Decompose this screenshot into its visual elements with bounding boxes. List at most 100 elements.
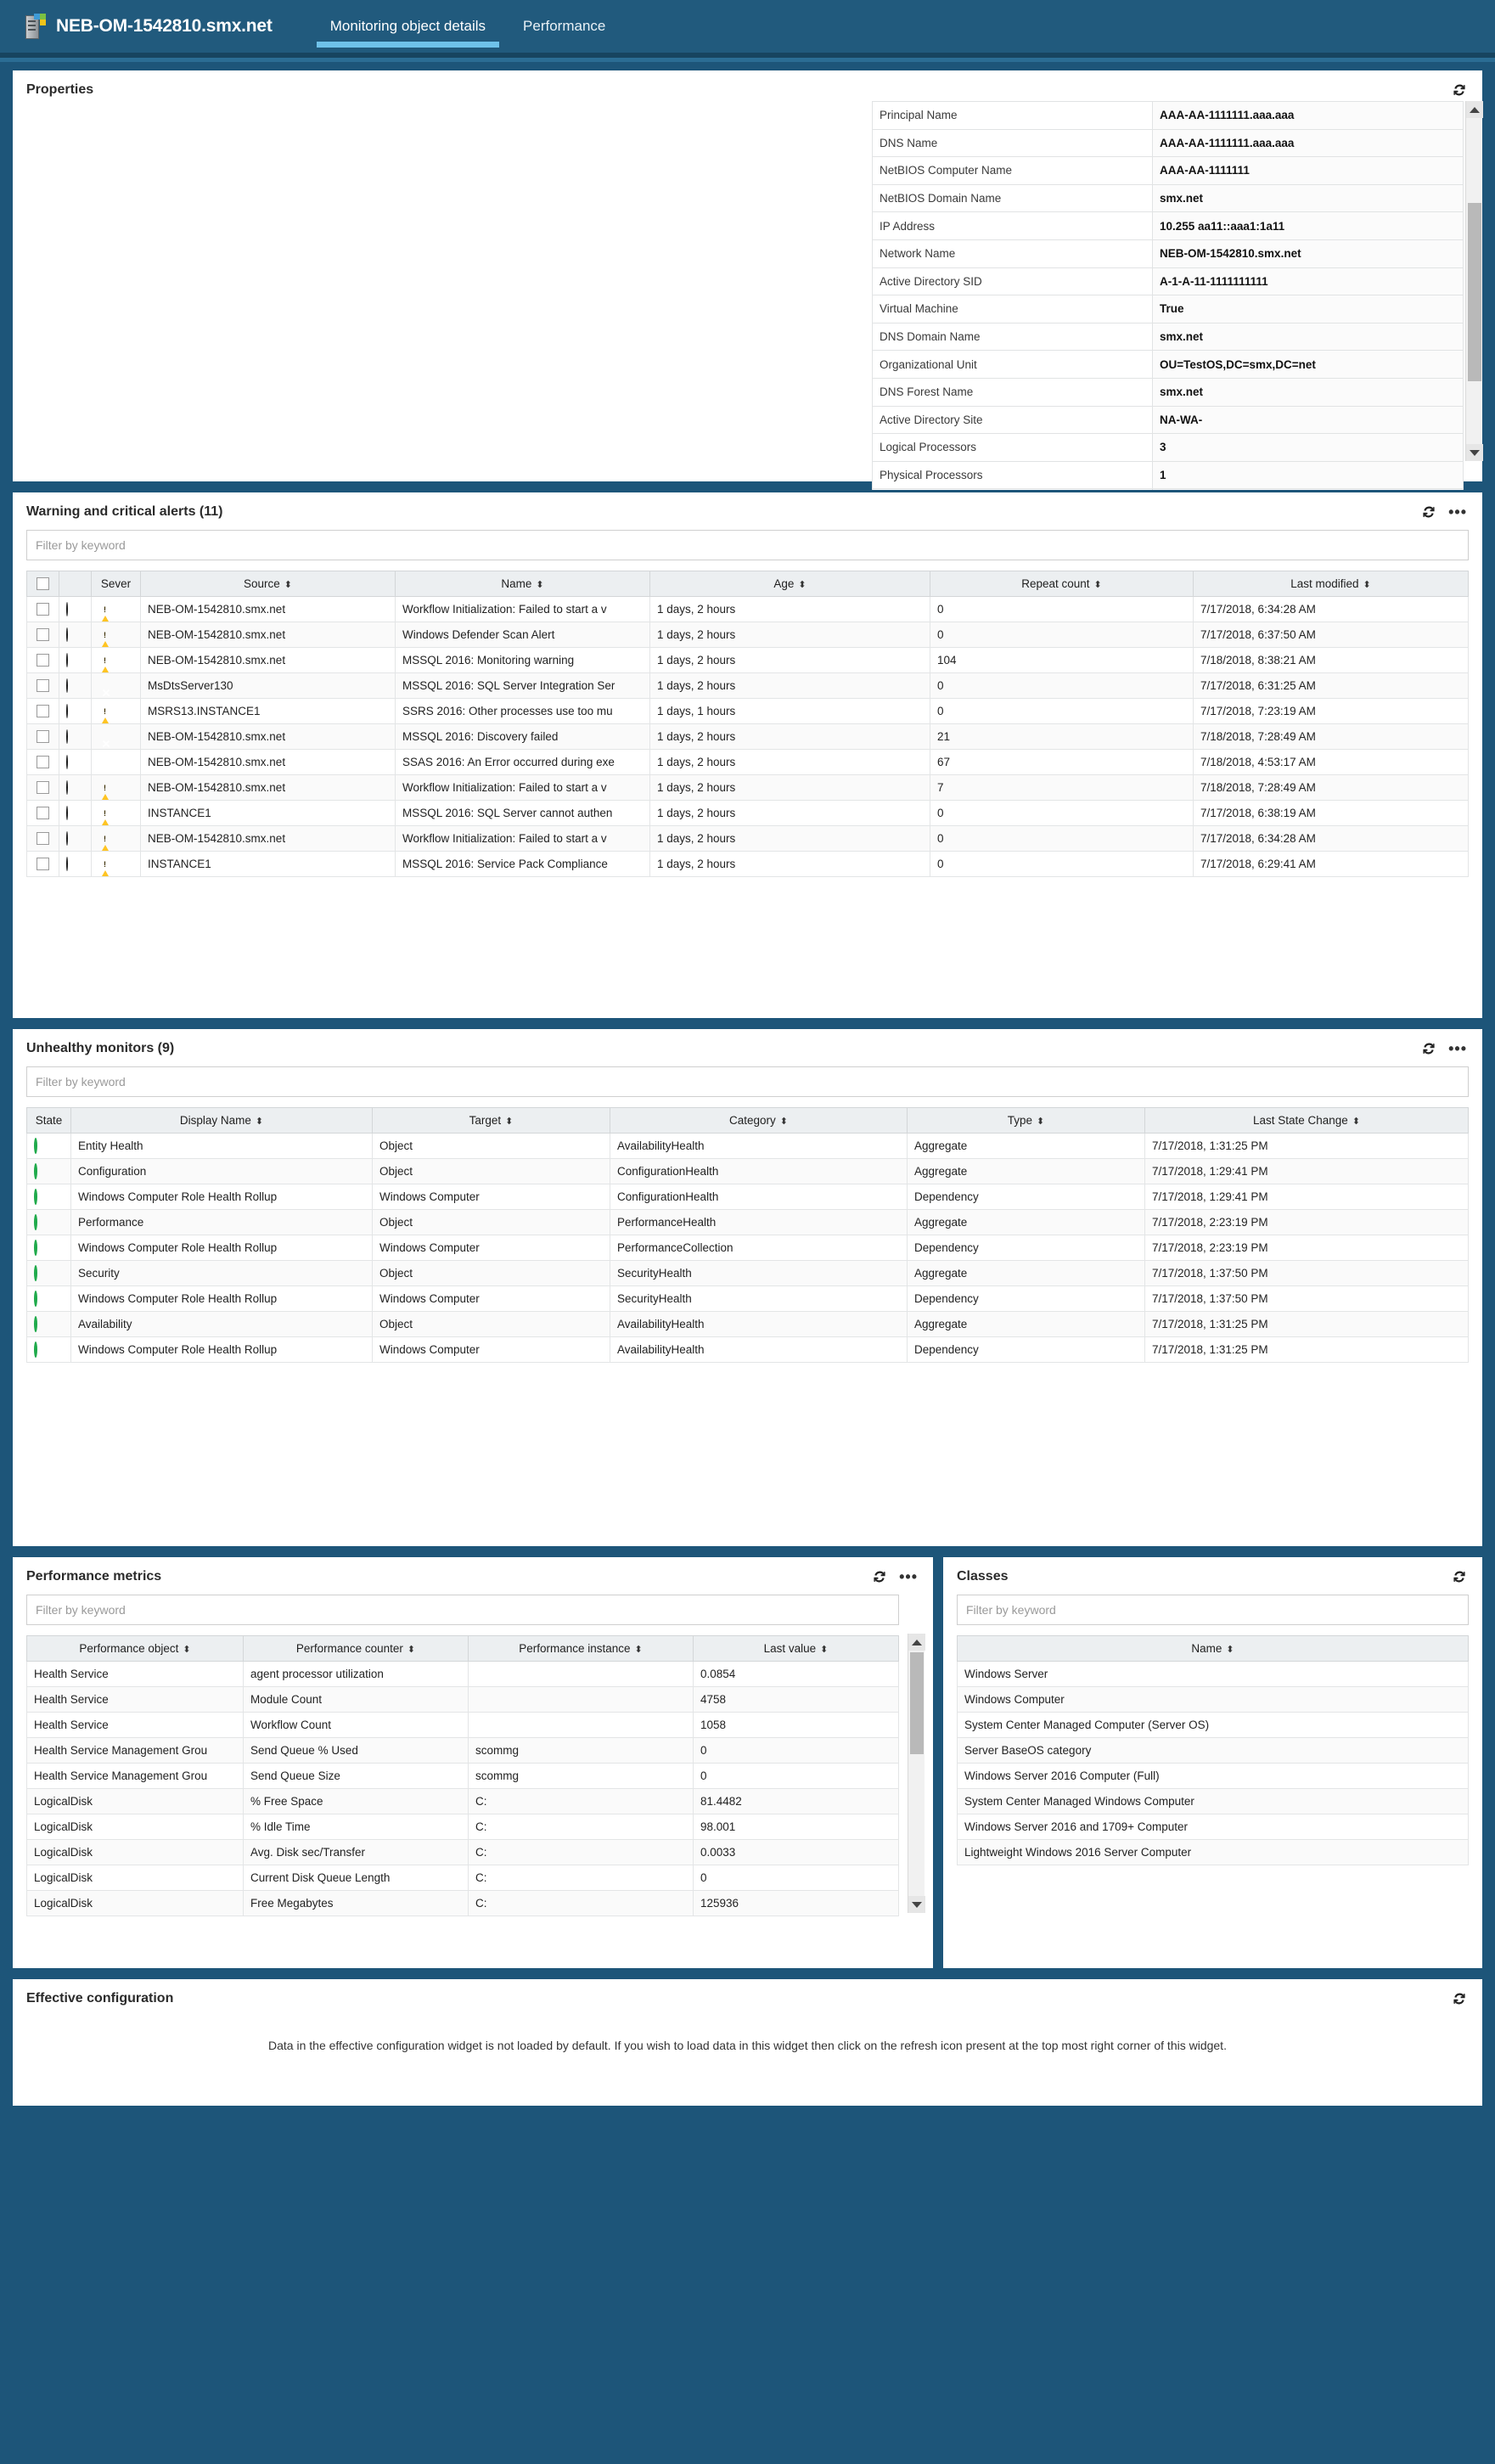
column-type[interactable]: Type⬍ [908, 1108, 1145, 1134]
alert-state-icon-cell[interactable] [59, 826, 92, 852]
column-source[interactable]: Source⬍ [141, 571, 396, 597]
row-checkbox-cell[interactable] [27, 801, 59, 826]
refresh-icon[interactable] [1421, 1041, 1436, 1056]
table-row[interactable]: Windows Computer Role Health RollupWindo… [27, 1235, 1469, 1261]
table-row[interactable]: Health Service Management GrouSend Queue… [27, 1738, 899, 1764]
table-row[interactable]: NetBIOS Computer NameAAA-AA-1111111 [873, 157, 1464, 185]
table-row[interactable]: LogicalDisk% Free SpaceC:81.4482 [27, 1789, 899, 1814]
row-checkbox[interactable] [37, 603, 49, 616]
row-checkbox-cell[interactable] [27, 775, 59, 801]
row-checkbox-cell[interactable] [27, 826, 59, 852]
table-row[interactable]: AvailabilityObjectAvailabilityHealthAggr… [27, 1312, 1469, 1337]
table-row[interactable]: NEB-OM-1542810.smx.netWindows Defender S… [27, 622, 1469, 648]
list-item[interactable]: System Center Managed Computer (Server O… [958, 1713, 1469, 1738]
scroll-up-icon[interactable] [1466, 101, 1483, 118]
column-category[interactable]: Category⬍ [610, 1108, 908, 1134]
column-severity[interactable]: Sever [92, 571, 141, 597]
row-checkbox-cell[interactable] [27, 750, 59, 775]
row-checkbox-cell[interactable] [27, 852, 59, 877]
select-all-header[interactable] [27, 571, 59, 597]
list-item[interactable]: System Center Managed Windows Computer [958, 1789, 1469, 1814]
column-last-state-change[interactable]: Last State Change⬍ [1145, 1108, 1469, 1134]
classes-filter-input[interactable] [957, 1595, 1469, 1625]
table-row[interactable]: SecurityObjectSecurityHealthAggregate7/1… [27, 1261, 1469, 1286]
alerts-filter-input[interactable] [26, 530, 1469, 560]
ellipsis-icon[interactable]: ••• [1448, 1044, 1467, 1053]
column-last-modified[interactable]: Last modified⬍ [1194, 571, 1469, 597]
table-row[interactable]: Network NameNEB-OM-1542810.smx.net [873, 239, 1464, 267]
table-row[interactable]: NEB-OM-1542810.smx.netMSSQL 2016: Monito… [27, 648, 1469, 673]
column-name[interactable]: Name⬍ [396, 571, 650, 597]
row-checkbox[interactable] [37, 628, 49, 641]
properties-scrollbar[interactable] [1465, 101, 1482, 461]
table-row[interactable]: NEB-OM-1542810.smx.netWorkflow Initializ… [27, 826, 1469, 852]
row-checkbox[interactable] [37, 705, 49, 717]
row-checkbox-cell[interactable] [27, 673, 59, 699]
table-row[interactable]: ConfigurationObjectConfigurationHealthAg… [27, 1159, 1469, 1184]
scroll-down-icon[interactable] [908, 1896, 925, 1913]
row-checkbox[interactable] [37, 654, 49, 667]
alert-state-icon-cell[interactable] [59, 775, 92, 801]
scroll-down-icon[interactable] [1466, 444, 1483, 461]
table-row[interactable]: Health ServiceModule Count4758 [27, 1687, 899, 1713]
table-row[interactable]: IP Address10.255 aa11::aaa1:1a11 [873, 212, 1464, 240]
row-checkbox-cell[interactable] [27, 622, 59, 648]
column-name[interactable]: Name⬍ [958, 1636, 1469, 1662]
column-performance-object[interactable]: Performance object⬍ [27, 1636, 244, 1662]
table-row[interactable]: Windows Computer Role Health RollupWindo… [27, 1184, 1469, 1210]
performance-scrollbar[interactable] [908, 1634, 925, 1913]
alert-state-icon-cell[interactable] [59, 673, 92, 699]
scrollbar-thumb[interactable] [1468, 203, 1481, 381]
list-item[interactable]: Lightweight Windows 2016 Server Computer [958, 1840, 1469, 1865]
refresh-icon[interactable] [1452, 1569, 1467, 1584]
ellipsis-icon[interactable]: ••• [1448, 508, 1467, 516]
table-row[interactable]: Virtual MachineTrue [873, 295, 1464, 323]
alert-state-icon-cell[interactable] [59, 699, 92, 724]
alert-state-icon-cell[interactable] [59, 622, 92, 648]
column-age[interactable]: Age⬍ [650, 571, 930, 597]
column-target[interactable]: Target⬍ [373, 1108, 610, 1134]
row-checkbox[interactable] [37, 730, 49, 743]
row-checkbox[interactable] [37, 756, 49, 768]
alert-state-icon-cell[interactable] [59, 750, 92, 775]
column-performance-instance[interactable]: Performance instance⬍ [469, 1636, 694, 1662]
table-row[interactable]: Logical Processors3 [873, 434, 1464, 462]
table-row[interactable]: Health ServiceWorkflow Count1058 [27, 1713, 899, 1738]
tab-monitoring-object-details[interactable]: Monitoring object details [312, 0, 504, 53]
row-checkbox-cell[interactable] [27, 597, 59, 622]
column-display-name[interactable]: Display Name⬍ [71, 1108, 373, 1134]
monitors-filter-input[interactable] [26, 1066, 1469, 1097]
table-row[interactable]: NEB-OM-1542810.smx.netMSSQL 2016: Discov… [27, 724, 1469, 750]
table-row[interactable]: Windows Computer Role Health RollupWindo… [27, 1286, 1469, 1312]
table-row[interactable]: Physical Processors1 [873, 461, 1464, 489]
table-row[interactable]: DNS Forest Namesmx.net [873, 378, 1464, 406]
list-item[interactable]: Windows Computer [958, 1687, 1469, 1713]
table-row[interactable]: Health Serviceagent processor utilizatio… [27, 1662, 899, 1687]
row-checkbox-cell[interactable] [27, 699, 59, 724]
alert-state-icon-cell[interactable] [59, 597, 92, 622]
table-row[interactable]: Active Directory SiteNA-WA- [873, 406, 1464, 434]
table-row[interactable]: NetBIOS Domain Namesmx.net [873, 184, 1464, 212]
table-row[interactable]: PerformanceObjectPerformanceHealthAggreg… [27, 1210, 1469, 1235]
alert-state-icon-cell[interactable] [59, 801, 92, 826]
table-row[interactable]: Health Service Management GrouSend Queue… [27, 1764, 899, 1789]
table-row[interactable]: Active Directory SIDA-1-A-11-1111111111 [873, 267, 1464, 295]
table-row[interactable]: LogicalDiskFree MegabytesC:125936 [27, 1891, 899, 1916]
table-row[interactable]: Organizational UnitOU=TestOS,DC=smx,DC=n… [873, 351, 1464, 379]
alert-state-icon-cell[interactable] [59, 648, 92, 673]
list-item[interactable]: Windows Server 2016 Computer (Full) [958, 1764, 1469, 1789]
table-row[interactable]: INSTANCE1MSSQL 2016: SQL Server cannot a… [27, 801, 1469, 826]
column-performance-counter[interactable]: Performance counter⬍ [244, 1636, 469, 1662]
table-row[interactable]: NEB-OM-1542810.smx.netWorkflow Initializ… [27, 597, 1469, 622]
refresh-icon[interactable] [1452, 1991, 1467, 2006]
row-checkbox[interactable] [37, 858, 49, 870]
list-item[interactable]: Windows Server [958, 1662, 1469, 1687]
table-row[interactable]: LogicalDiskAvg. Disk sec/TransferC:0.003… [27, 1840, 899, 1865]
table-row[interactable]: NEB-OM-1542810.smx.netSSAS 2016: An Erro… [27, 750, 1469, 775]
tab-performance[interactable]: Performance [504, 0, 624, 53]
table-row[interactable]: INSTANCE1MSSQL 2016: Service Pack Compli… [27, 852, 1469, 877]
table-row[interactable]: Entity HealthObjectAvailabilityHealthAgg… [27, 1134, 1469, 1159]
table-row[interactable]: Principal NameAAA-AA-1111111.aaa.aaa [873, 102, 1464, 130]
refresh-icon[interactable] [1421, 504, 1436, 520]
table-row[interactable]: DNS Domain Namesmx.net [873, 323, 1464, 351]
